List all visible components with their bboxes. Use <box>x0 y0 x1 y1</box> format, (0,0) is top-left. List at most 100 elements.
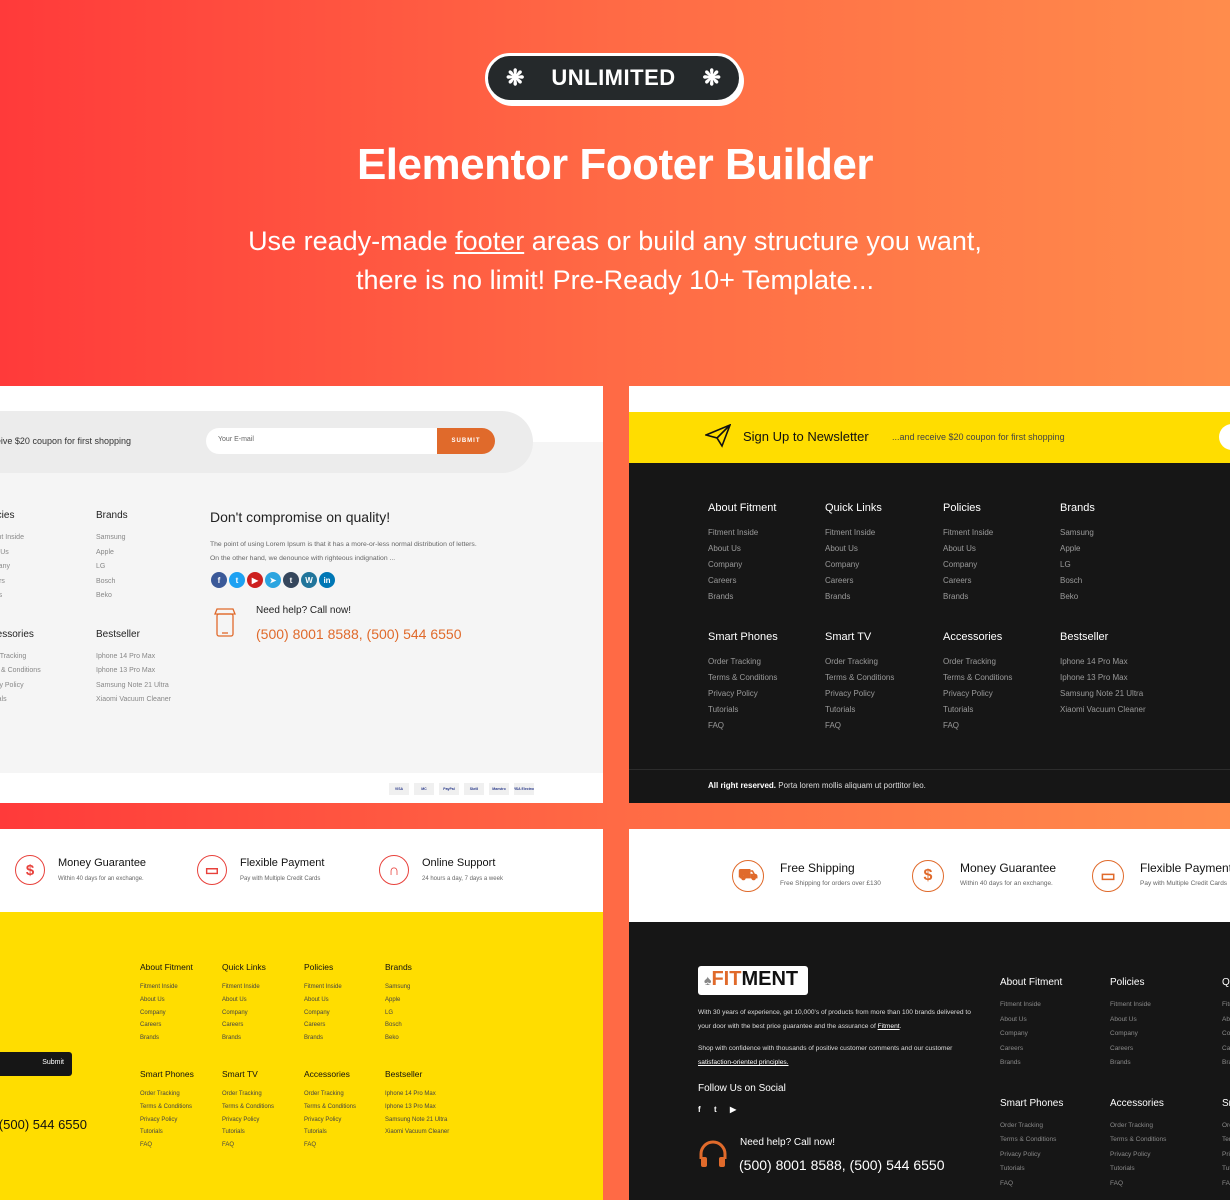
footer-link[interactable]: Terms & Conditions <box>708 670 825 686</box>
footer-link[interactable]: Terms & Conditions <box>1110 1133 1222 1148</box>
footer-link[interactable]: Fitment Inside <box>140 981 222 994</box>
footer-link[interactable]: Iphone 13 Pro Max <box>96 664 212 679</box>
footer-link[interactable]: Samsung <box>96 531 212 546</box>
footer-link[interactable]: Iphone 13 Pro Max <box>1060 670 1177 686</box>
footer-link[interactable]: About Us <box>222 994 304 1007</box>
footer-link[interactable]: Brands <box>222 1032 304 1045</box>
footer-link[interactable]: Samsung Note 21 Ultra <box>385 1114 475 1127</box>
footer-link[interactable]: FAQ <box>222 1139 304 1152</box>
footer-link[interactable]: Terms & Conditions <box>943 670 1060 686</box>
footer-link[interactable]: Tutorials <box>0 693 96 708</box>
facebook-icon[interactable]: f <box>698 1105 710 1114</box>
footer-link[interactable]: Tutorials <box>825 702 943 718</box>
fitment-link[interactable]: Fitment <box>878 1023 900 1030</box>
footer-link[interactable]: Fitment Inside <box>943 525 1060 541</box>
facebook-icon[interactable]: f <box>211 572 227 588</box>
footer-link[interactable]: Company <box>0 560 96 575</box>
footer-link[interactable]: FAQ <box>1000 1177 1110 1192</box>
footer-link[interactable]: Tutorials <box>222 1126 304 1139</box>
footer-link[interactable]: Order Tracking <box>222 1088 304 1101</box>
footer-link[interactable]: Privacy Policy <box>1222 1148 1230 1163</box>
twitter-icon[interactable]: t <box>714 1105 726 1114</box>
footer-link[interactable]: Careers <box>304 1019 385 1032</box>
footer-link[interactable]: Fitment Inside <box>304 981 385 994</box>
footer-link[interactable]: LG <box>385 1007 475 1020</box>
footer-link[interactable]: Terms & Conditions <box>0 664 96 679</box>
footer-link[interactable]: Brands <box>708 589 825 605</box>
footer-link[interactable]: About Us <box>708 541 825 557</box>
footer-link[interactable]: Iphone 13 Pro Max <box>385 1101 475 1114</box>
footer-link[interactable]: FAQ <box>1222 1177 1230 1192</box>
footer-link[interactable]: Privacy Policy <box>222 1114 304 1127</box>
footer-link[interactable]: Xiaomi Vacuum Cleaner <box>96 693 212 708</box>
footer-link[interactable]: Privacy Policy <box>825 686 943 702</box>
footer-link[interactable]: Brands <box>140 1032 222 1045</box>
footer-link[interactable]: Order Tracking <box>140 1088 222 1101</box>
footer-link[interactable]: FAQ <box>1110 1177 1222 1192</box>
footer-link[interactable]: Terms & Conditions <box>1222 1133 1230 1148</box>
footer-link[interactable]: Brands <box>825 589 943 605</box>
footer-link[interactable]: Company <box>304 1007 385 1020</box>
footer-link[interactable]: Company <box>1110 1027 1222 1042</box>
phone-number[interactable]: (500) 8001 8588, (500) 544 6550 <box>739 1157 945 1173</box>
footer-link[interactable]: Terms & Conditions <box>140 1101 222 1114</box>
footer-link[interactable]: Order Tracking <box>1110 1119 1222 1134</box>
footer-link[interactable]: Order Tracking <box>1000 1119 1110 1134</box>
footer-link[interactable]: Fitment Inside <box>222 981 304 994</box>
footer-link[interactable]: Fitment Inside <box>1110 998 1222 1013</box>
footer-link[interactable]: Bosch <box>385 1019 475 1032</box>
footer-link[interactable]: About Us <box>304 994 385 1007</box>
footer-link[interactable]: Tutorials <box>304 1126 385 1139</box>
footer-link[interactable]: Brands <box>0 589 96 604</box>
footer-link[interactable]: FAQ <box>304 1139 385 1152</box>
footer-link[interactable]: Beko <box>1060 589 1177 605</box>
footer-link[interactable]: footer <box>455 226 524 256</box>
footer-link[interactable]: Careers <box>708 573 825 589</box>
wordpress-icon[interactable]: W <box>301 572 317 588</box>
footer-link[interactable]: Privacy Policy <box>708 686 825 702</box>
footer-link[interactable]: Order Tracking <box>825 654 943 670</box>
footer-link[interactable]: Privacy Policy <box>1110 1148 1222 1163</box>
footer-link[interactable]: FAQ <box>825 718 943 734</box>
footer-link[interactable]: Careers <box>825 573 943 589</box>
footer-link[interactable]: Careers <box>140 1019 222 1032</box>
footer-link[interactable]: Fitment Inside <box>0 531 96 546</box>
footer-link[interactable]: About Us <box>0 546 96 561</box>
footer-link[interactable]: Tutorials <box>140 1126 222 1139</box>
footer-link[interactable]: Iphone 14 Pro Max <box>96 650 212 665</box>
footer-link[interactable]: Bosch <box>1060 573 1177 589</box>
footer-link[interactable]: Careers <box>0 575 96 590</box>
footer-link[interactable]: Tutorials <box>1000 1162 1110 1177</box>
footer-link[interactable]: Company <box>708 557 825 573</box>
footer-link[interactable]: FAQ <box>140 1139 222 1152</box>
footer-link[interactable]: Order Tracking <box>708 654 825 670</box>
footer-link[interactable]: Tutorials <box>1222 1162 1230 1177</box>
phone-number[interactable]: (500) 8001 8588, (500) 544 6550 <box>0 1117 87 1132</box>
footer-link[interactable]: Careers <box>1222 1042 1230 1057</box>
footer-link[interactable]: Company <box>1000 1027 1110 1042</box>
footer-link[interactable]: Apple <box>385 994 475 1007</box>
submit-button[interactable]: SUBMIT <box>437 428 495 454</box>
footer-link[interactable]: About Us <box>1000 1013 1110 1028</box>
footer-link[interactable]: About Us <box>1222 1013 1230 1028</box>
footer-link[interactable]: Samsung <box>1060 525 1177 541</box>
footer-link[interactable]: Privacy Policy <box>304 1114 385 1127</box>
footer-link[interactable]: Terms & Conditions <box>222 1101 304 1114</box>
twitter-icon[interactable]: t <box>229 572 245 588</box>
footer-link[interactable]: About Us <box>825 541 943 557</box>
footer-link[interactable]: Xiaomi Vacuum Cleaner <box>1060 702 1177 718</box>
phone-number[interactable]: (500) 8001 8588, (500) 544 6550 <box>256 626 462 642</box>
footer-link[interactable]: Iphone 14 Pro Max <box>1060 654 1177 670</box>
footer-link[interactable]: Terms & Conditions <box>825 670 943 686</box>
linkedin-icon[interactable]: in <box>319 572 335 588</box>
footer-link[interactable]: About Us <box>140 994 222 1007</box>
submit-button[interactable]: Submit <box>0 1052 72 1076</box>
footer-link[interactable]: Order Tracking <box>304 1088 385 1101</box>
footer-link[interactable]: Privacy Policy <box>1000 1148 1110 1163</box>
footer-link[interactable]: About Us <box>943 541 1060 557</box>
footer-link[interactable]: Company <box>1222 1027 1230 1042</box>
footer-link[interactable]: Apple <box>96 546 212 561</box>
footer-link[interactable]: Brands <box>1110 1056 1222 1071</box>
footer-link[interactable]: Tutorials <box>943 702 1060 718</box>
footer-link[interactable]: LG <box>96 560 212 575</box>
